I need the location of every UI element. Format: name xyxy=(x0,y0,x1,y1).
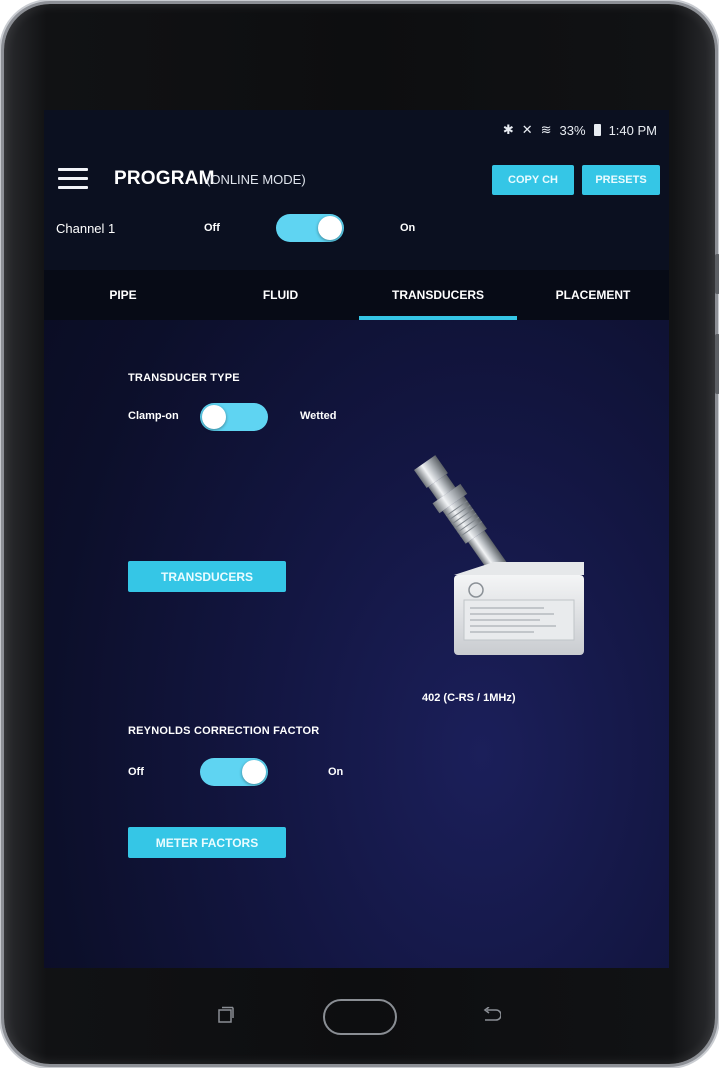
presets-button[interactable]: PRESETS xyxy=(582,165,660,195)
battery-percent: 33% xyxy=(559,122,586,138)
vibrate-mute-icon: ✕ xyxy=(521,122,533,137)
home-button[interactable] xyxy=(323,999,397,1035)
app-bar: ✱ ✕ ≋ 33% 1:40 PM PROGRAM (ONLINE MODE) … xyxy=(44,110,669,270)
page-subtitle: (ONLINE MODE) xyxy=(206,172,306,187)
meter-factors-button[interactable]: METER FACTORS xyxy=(128,827,286,858)
reynolds-on-label: On xyxy=(328,766,344,778)
transducer-caption: 402 (C-RS / 1MHz) xyxy=(422,692,516,704)
status-bar: ✱ ✕ ≋ 33% 1:40 PM xyxy=(503,122,657,138)
page-title: PROGRAM xyxy=(114,168,215,189)
reynolds-off-label: Off xyxy=(128,766,144,778)
active-tab-indicator xyxy=(359,316,517,320)
transducer-image xyxy=(414,455,584,655)
transducer-type-toggle[interactable] xyxy=(200,403,268,431)
reynolds-title: REYNOLDS CORRECTION FACTOR xyxy=(128,725,320,737)
transducer-type-toggle-knob xyxy=(202,405,226,429)
tab-pipe[interactable]: PIPE xyxy=(44,270,202,320)
tab-transducers[interactable]: TRANSDUCERS xyxy=(359,270,517,320)
tab-bar: PIPE FLUID TRANSDUCERS PLACEMENT xyxy=(44,270,669,320)
wetted-label: Wetted xyxy=(300,410,337,422)
back-icon[interactable] xyxy=(481,1007,501,1023)
reynolds-toggle-knob xyxy=(242,760,266,784)
recent-apps-icon[interactable] xyxy=(218,1006,234,1024)
transducer-type-title: TRANSDUCER TYPE xyxy=(128,372,240,384)
volume-button xyxy=(715,254,719,294)
tab-placement[interactable]: PLACEMENT xyxy=(517,270,669,320)
wifi-icon: ≋ xyxy=(540,122,552,137)
channel-on-label: On xyxy=(400,222,416,234)
channel-toggle[interactable] xyxy=(276,214,344,242)
bluetooth-icon: ✱ xyxy=(502,122,514,137)
channel-label: Channel 1 xyxy=(56,221,116,236)
battery-icon xyxy=(593,124,601,136)
clock: 1:40 PM xyxy=(608,122,657,138)
channel-toggle-knob xyxy=(318,216,342,240)
copy-channel-button[interactable]: COPY CH xyxy=(492,165,574,195)
hamburger-menu-icon[interactable] xyxy=(58,168,88,190)
reynolds-toggle[interactable] xyxy=(200,758,268,786)
transducers-button[interactable]: TRANSDUCERS xyxy=(128,561,286,592)
channel-off-label: Off xyxy=(204,222,220,234)
tab-fluid[interactable]: FLUID xyxy=(202,270,359,320)
app-screen: ✱ ✕ ≋ 33% 1:40 PM PROGRAM (ONLINE MODE) … xyxy=(44,110,669,968)
power-button xyxy=(715,334,719,394)
clamp-on-label: Clamp-on xyxy=(128,410,179,422)
